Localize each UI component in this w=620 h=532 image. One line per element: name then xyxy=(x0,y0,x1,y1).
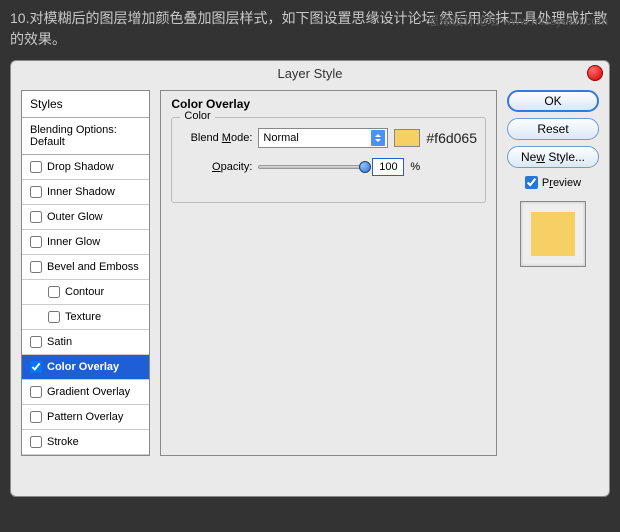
group-label: Color xyxy=(180,110,214,122)
panel-title: Color Overlay xyxy=(171,97,486,111)
preview-toggle[interactable]: Preview xyxy=(525,176,581,189)
blend-mode-select[interactable]: Normal xyxy=(258,128,388,148)
dialog-buttons: OK Reset New Style... Preview xyxy=(507,90,599,456)
style-label: Satin xyxy=(47,336,72,348)
style-item-gradient-overlay[interactable]: Gradient Overlay xyxy=(22,380,149,405)
style-label: Inner Shadow xyxy=(47,186,115,198)
styles-list: Styles Blending Options: Default Drop Sh… xyxy=(21,90,150,456)
style-label: Contour xyxy=(65,286,104,298)
style-item-outer-glow[interactable]: Outer Glow xyxy=(22,205,149,230)
style-item-stroke[interactable]: Stroke xyxy=(22,430,149,455)
style-checkbox[interactable] xyxy=(30,436,42,448)
style-checkbox[interactable] xyxy=(30,386,42,398)
preview-box xyxy=(520,201,586,267)
style-checkbox[interactable] xyxy=(30,186,42,198)
style-checkbox[interactable] xyxy=(30,211,42,223)
style-label: Bevel and Emboss xyxy=(47,261,139,273)
dialog-title: Layer Style xyxy=(277,66,342,81)
dialog-titlebar: Layer Style xyxy=(11,61,609,86)
style-item-satin[interactable]: Satin xyxy=(22,330,149,355)
preview-label: Preview xyxy=(542,177,581,189)
style-item-inner-shadow[interactable]: Inner Shadow xyxy=(22,180,149,205)
color-swatch[interactable] xyxy=(394,129,420,147)
color-hex: #f6d065 xyxy=(426,130,477,146)
slider-thumb[interactable] xyxy=(359,161,371,173)
style-item-contour[interactable]: Contour xyxy=(22,280,149,305)
percent-label: % xyxy=(410,161,420,173)
style-checkbox[interactable] xyxy=(48,311,60,323)
style-label: Inner Glow xyxy=(47,236,100,248)
layer-style-dialog: Layer Style Styles Blending Options: Def… xyxy=(10,60,610,497)
watermark: 思缘设计论坛 www.missyuan.com xyxy=(427,12,608,29)
preview-swatch xyxy=(531,212,575,256)
styles-header[interactable]: Styles xyxy=(22,91,149,118)
style-checkbox[interactable] xyxy=(30,261,42,273)
blending-options[interactable]: Blending Options: Default xyxy=(22,118,149,155)
style-checkbox[interactable] xyxy=(30,361,42,373)
style-checkbox[interactable] xyxy=(30,411,42,423)
opacity-slider[interactable] xyxy=(258,165,366,169)
color-group: Color Blend Mode: Normal #f6d065 Opacity… xyxy=(171,117,486,203)
style-label: Stroke xyxy=(47,436,79,448)
style-checkbox[interactable] xyxy=(30,236,42,248)
style-label: Gradient Overlay xyxy=(47,386,130,398)
style-label: Outer Glow xyxy=(47,211,103,223)
style-checkbox[interactable] xyxy=(30,336,42,348)
style-item-color-overlay[interactable]: Color Overlay xyxy=(22,355,149,380)
style-checkbox[interactable] xyxy=(30,161,42,173)
style-item-bevel-and-emboss[interactable]: Bevel and Emboss xyxy=(22,255,149,280)
blend-mode-value: Normal xyxy=(263,132,298,144)
opacity-label: Opacity: xyxy=(180,161,252,173)
style-checkbox[interactable] xyxy=(48,286,60,298)
close-icon[interactable] xyxy=(587,65,603,81)
style-item-texture[interactable]: Texture xyxy=(22,305,149,330)
blend-mode-label: Blend Mode: xyxy=(180,132,252,144)
color-overlay-panel: Color Overlay Color Blend Mode: Normal #… xyxy=(160,90,497,456)
style-label: Pattern Overlay xyxy=(47,411,123,423)
ok-button[interactable]: OK xyxy=(507,90,599,112)
style-item-inner-glow[interactable]: Inner Glow xyxy=(22,230,149,255)
opacity-input[interactable]: 100 xyxy=(372,158,404,176)
reset-button[interactable]: Reset xyxy=(507,118,599,140)
style-label: Color Overlay xyxy=(47,361,119,373)
style-label: Drop Shadow xyxy=(47,161,114,173)
style-item-pattern-overlay[interactable]: Pattern Overlay xyxy=(22,405,149,430)
new-style-button[interactable]: New Style... xyxy=(507,146,599,168)
preview-checkbox[interactable] xyxy=(525,176,538,189)
style-label: Texture xyxy=(65,311,101,323)
style-item-drop-shadow[interactable]: Drop Shadow xyxy=(22,155,149,180)
chevron-updown-icon[interactable] xyxy=(371,130,385,146)
